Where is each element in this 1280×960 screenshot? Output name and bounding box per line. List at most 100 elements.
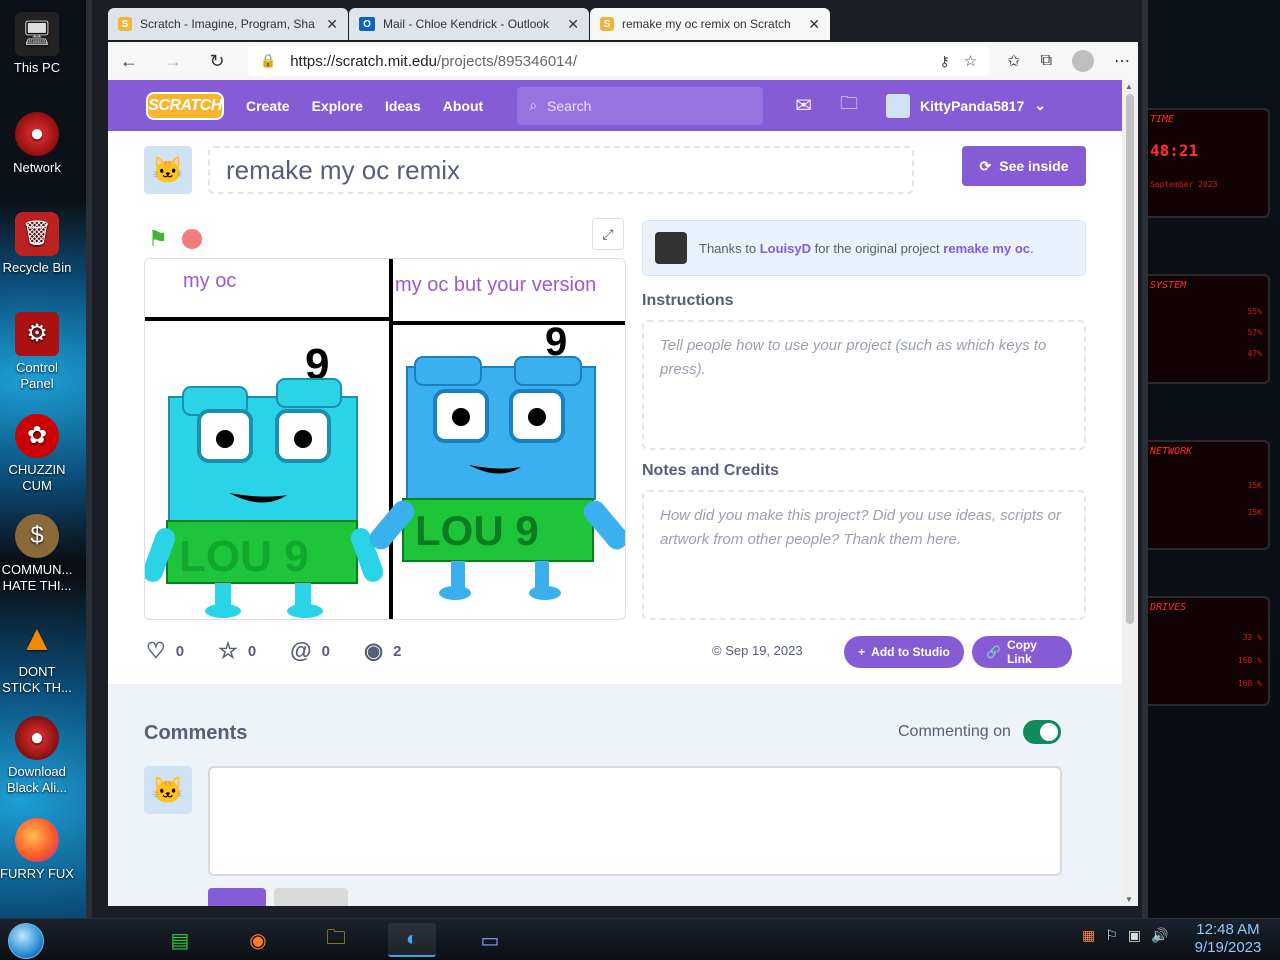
user-menu[interactable]: KittyPanda5817 ⌄	[885, 93, 1046, 118]
nav-explore[interactable]: Explore	[312, 98, 363, 114]
network-tray-icon[interactable]: ▣	[1128, 927, 1141, 944]
favorites-icon[interactable]: ✩	[1007, 51, 1020, 71]
browser-toolbar: ← → ↻ 🔒 https://scratch.mit.edu/projects…	[108, 42, 1138, 80]
firefox-taskbar-icon[interactable]: ◉	[234, 923, 282, 957]
desktop-icon-network[interactable]: ● Network	[0, 112, 74, 176]
scratch-logo[interactable]: SCRATCH	[146, 91, 224, 120]
commenting-control: Commenting on	[898, 720, 1061, 744]
remix-icon: @	[290, 638, 312, 663]
green-flag-icon[interactable]: ⚑	[148, 226, 168, 252]
forward-arrow-icon[interactable]: →	[160, 48, 186, 74]
tab-scratch-project[interactable]: S remake my oc remix on Scratch ✕	[590, 8, 830, 40]
comment-input[interactable]	[208, 766, 1062, 876]
credit-prefix: Thanks to	[699, 240, 757, 256]
recycle-bin-icon: 🗑	[15, 212, 59, 256]
file-explorer-taskbar-icon[interactable]: 🗀	[312, 923, 360, 957]
edge-taskbar-icon[interactable]: ◐	[388, 923, 436, 957]
app-tray-icon[interactable]: ▦	[1082, 927, 1095, 944]
notes-textarea[interactable]: How did you make this project? Did you u…	[642, 490, 1086, 620]
close-icon[interactable]: ✕	[567, 16, 579, 33]
desktop-icon-this-pc[interactable]: 🖥 This PC	[0, 12, 74, 76]
character-right-sign: LOU 9	[415, 507, 539, 554]
original-author-link[interactable]: LouisyD	[760, 241, 811, 256]
desktop-icon-recycle-bin[interactable]: 🗑 Recycle Bin	[0, 212, 74, 276]
see-inside-button[interactable]: ⟳ See inside	[962, 146, 1086, 186]
desktop-icon-dont-stick[interactable]: ▲ DONT STICK TH...	[0, 616, 74, 696]
volume-icon[interactable]: 🔊	[1151, 927, 1168, 944]
desktop-icon-furry-fux[interactable]: FURRY FUX	[0, 818, 74, 882]
alien-icon: ●	[15, 716, 59, 760]
heart-icon: ♡	[146, 638, 166, 663]
fullscreen-icon[interactable]: ⤢	[592, 218, 624, 250]
traffic-cone-icon: ▲	[19, 617, 55, 658]
drives-widget: DRIVES 33 % 168 % 168 %	[1142, 596, 1270, 706]
chevron-down-icon: ⌄	[1034, 97, 1046, 113]
lock-icon: 🔒	[260, 53, 277, 68]
favorite-stat[interactable]: ☆ 0	[218, 638, 256, 664]
computer-icon: 🖥	[15, 12, 59, 56]
time-widget-label: TIME	[1150, 114, 1175, 125]
remix-stat[interactable]: @ 0	[290, 638, 330, 664]
key-icon[interactable]: ⚷	[939, 53, 949, 70]
instructions-textarea[interactable]: Tell people how to use your project (suc…	[642, 320, 1086, 450]
my-stuff-folder-icon[interactable]: 🗀	[840, 91, 858, 121]
collections-icon[interactable]: ⧉	[1041, 52, 1052, 70]
copy-link-label: Copy Link	[1006, 638, 1037, 666]
project-stats: ♡ 0 ☆ 0 @ 0 ◉ 2	[146, 638, 436, 664]
original-author-avatar[interactable]	[655, 232, 687, 264]
scroll-down-icon[interactable]: ▼	[1125, 895, 1133, 904]
address-bar[interactable]: 🔒 https://scratch.mit.edu/projects/89534…	[248, 46, 990, 76]
app-taskbar-icon[interactable]: ▭	[466, 923, 514, 957]
desktop-icon-chuzzin[interactable]: ✿ CHUZZIN CUM	[0, 414, 74, 494]
profile-avatar-icon[interactable]	[1072, 50, 1094, 72]
system-tray: ▦ ⚐ ▣ 🔊	[1082, 927, 1168, 944]
system-widget: SYSTEM 55% 57% 47%	[1142, 274, 1270, 384]
scroll-up-icon[interactable]: ▲	[1125, 82, 1133, 91]
flag-tray-icon[interactable]: ⚐	[1105, 927, 1118, 944]
close-icon[interactable]: ✕	[326, 16, 338, 33]
taskbar-clock[interactable]: 12:48 AM 9/19/2023	[1180, 921, 1276, 957]
post-comment-button[interactable]	[208, 888, 266, 906]
cancel-comment-button[interactable]	[274, 888, 348, 906]
search-input[interactable]: ⌕ Search	[517, 86, 764, 125]
desktop-icon-download-alien[interactable]: ● Download Black Ali...	[0, 716, 74, 796]
more-options-icon[interactable]: ⋯	[1114, 51, 1130, 71]
love-stat[interactable]: ♡ 0	[146, 638, 184, 664]
back-arrow-icon[interactable]: ←	[116, 48, 142, 74]
network-icon: ●	[15, 112, 59, 156]
project-date-text: Sep 19, 2023	[725, 643, 803, 658]
spotify-taskbar-icon[interactable]: ▤	[156, 923, 204, 957]
remix-credit-text: Thanks to LouisyD for the original proje…	[699, 241, 1034, 256]
views-stat: ◉ 2	[364, 638, 402, 664]
add-to-studio-label: Add to Studio	[871, 645, 950, 659]
project-author-avatar[interactable]: 🐱	[144, 146, 192, 194]
nav-create[interactable]: Create	[246, 98, 290, 114]
desktop-widgets: TIME 48:21 September 2023 SYSTEM 55% 57%…	[1142, 88, 1280, 708]
desktop-icon-label: Recycle Bin	[2, 260, 72, 275]
project-stage[interactable]: my oc my oc but your version 9 LOU 9 9 L…	[144, 258, 626, 620]
add-favorite-icon[interactable]: ☆	[964, 52, 977, 70]
close-icon[interactable]: ✕	[808, 16, 820, 33]
browser-window: S Scratch - Imagine, Program, Sha ✕ O Ma…	[86, 0, 1148, 918]
desktop-icon-control-panel[interactable]: ⚙ Control Panel	[0, 312, 74, 392]
original-project-link[interactable]: remake my oc	[943, 241, 1030, 256]
desktop-icon-commun[interactable]: $ COMMUN... HATE THI...	[0, 514, 74, 594]
nav-ideas[interactable]: Ideas	[385, 98, 421, 114]
messages-icon[interactable]: ✉	[795, 93, 812, 118]
taskbar: ▤ ◉ 🗀 ◐ ▭ ▦ ⚐ ▣ 🔊 12:48 AM 9/19/2023	[0, 918, 1280, 960]
scrollbar-thumb[interactable]	[1126, 94, 1134, 624]
tab-outlook[interactable]: O Mail - Chloe Kendrick - Outlook ✕	[349, 8, 589, 40]
copy-link-button[interactable]: 🔗 Copy Link	[972, 636, 1072, 668]
remix-credits: Thanks to LouisyD for the original proje…	[642, 220, 1086, 276]
stop-icon[interactable]	[181, 229, 202, 249]
project-title-input[interactable]: remake my oc remix	[208, 146, 914, 194]
money-bag-icon: $	[15, 514, 59, 558]
refresh-icon[interactable]: ↻	[204, 48, 230, 74]
commenting-toggle[interactable]	[1022, 720, 1061, 744]
page-scrollbar[interactable]: ▲ ▼	[1122, 80, 1138, 906]
nav-about[interactable]: About	[443, 98, 483, 114]
url-host: https://scratch.mit.edu	[290, 52, 437, 70]
start-button[interactable]	[8, 923, 44, 959]
add-to-studio-button[interactable]: + Add to Studio	[844, 636, 964, 668]
tab-scratch-home[interactable]: S Scratch - Imagine, Program, Sha ✕	[108, 8, 348, 40]
